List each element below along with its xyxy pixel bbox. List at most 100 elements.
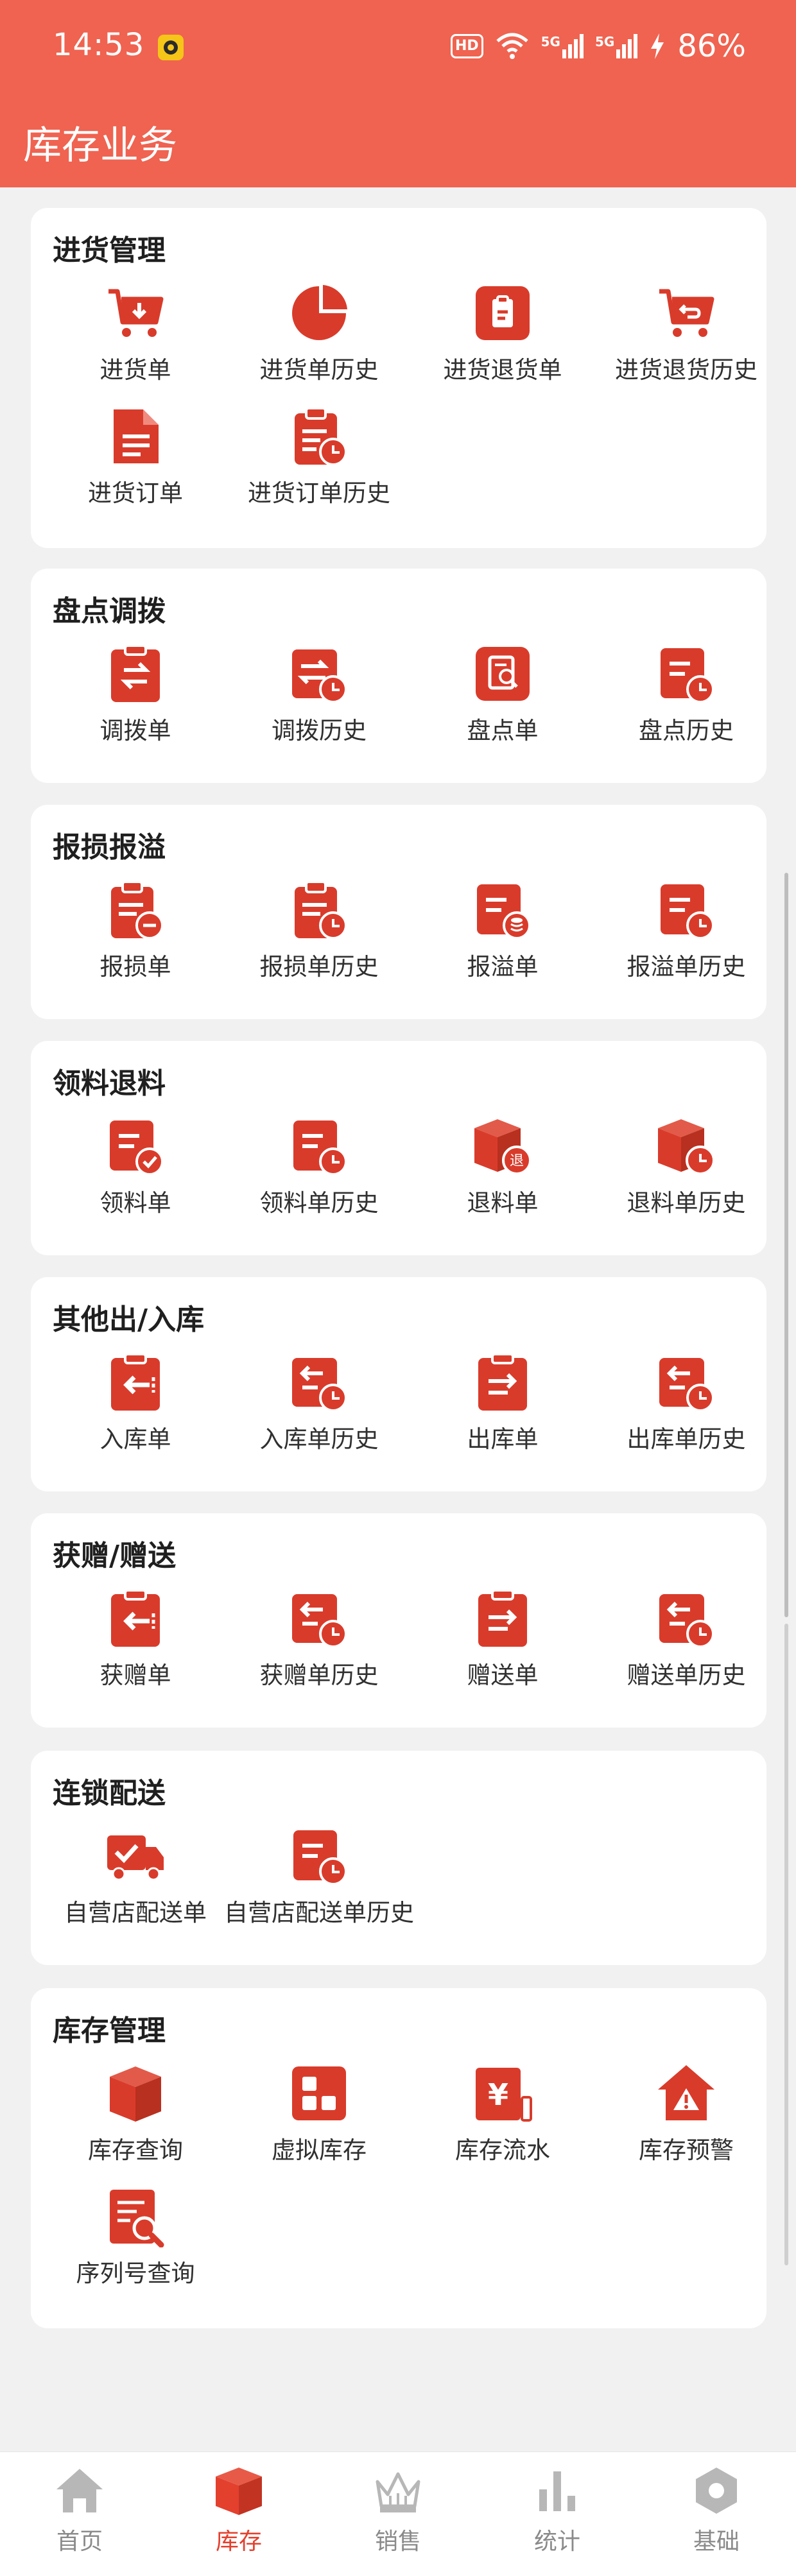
yen-doc-icon: ¥ xyxy=(472,2063,533,2124)
menu-item-inventory-query[interactable]: 库存查询 xyxy=(44,2063,227,2177)
menu-item-label: 进货订单历史 xyxy=(248,479,390,507)
document-icon xyxy=(105,406,166,467)
menu-item-overflow-order[interactable]: 报溢单 xyxy=(411,879,594,993)
menu-item-stock-in-history[interactable]: 入库单历史 xyxy=(227,1352,411,1466)
menu-item-label: 序列号查询 xyxy=(76,2260,195,2287)
doc-clock-icon xyxy=(655,879,717,941)
menu-item-label: 报损单 xyxy=(100,953,171,981)
menu-item-serial-query[interactable]: 序列号查询 xyxy=(44,2186,227,2300)
doc-clock-icon xyxy=(288,1115,350,1177)
delivery-truck-icon xyxy=(105,1825,166,1887)
wifi-icon xyxy=(496,33,528,59)
menu-item-purchase-order[interactable]: 进货单 xyxy=(44,282,227,397)
hd-icon: HD xyxy=(450,34,483,58)
menu-item-material-return[interactable]: 退 退料单 xyxy=(411,1115,594,1230)
section-inventory-management: 库存管理 库存查询 虚拟库存 ¥ 库存流水 库存预警 序列号查询 xyxy=(31,1988,766,2328)
bar-chart-icon xyxy=(539,2471,575,2511)
menu-item-stocktake-order[interactable]: 盘点单 xyxy=(411,643,594,757)
menu-item-purchase-order-form[interactable]: 进货订单 xyxy=(44,406,227,520)
menu-item-loss-history[interactable]: 报损单历史 xyxy=(227,879,411,993)
section-title: 进货管理 xyxy=(53,234,166,267)
nav-item-sales[interactable]: 销售 xyxy=(318,2464,478,2573)
hexagon-icon xyxy=(696,2468,737,2514)
nav-label: 基础 xyxy=(693,2529,740,2555)
menu-item-label: 进货单 xyxy=(100,356,171,384)
home-icon xyxy=(56,2469,103,2512)
menu-item-label: 库存流水 xyxy=(455,2136,550,2164)
menu-item-inventory-flow[interactable]: ¥ 库存流水 xyxy=(411,2063,594,2177)
in-history-icon xyxy=(655,1352,717,1413)
nav-label: 库存 xyxy=(215,2529,262,2555)
menu-item-stocktake-history[interactable]: 盘点历史 xyxy=(594,643,778,757)
menu-item-loss-order[interactable]: 报损单 xyxy=(44,879,227,993)
menu-item-purchase-order-history[interactable]: 进货订单历史 xyxy=(227,406,411,520)
menu-item-label: 库存查询 xyxy=(88,2136,183,2164)
box-clock-icon xyxy=(655,1115,717,1177)
nav-item-basic[interactable]: 基础 xyxy=(637,2464,796,2573)
section-title: 获赠/赠送 xyxy=(53,1540,177,1572)
nav-item-statistics[interactable]: 统计 xyxy=(478,2464,637,2573)
svg-text:¥: ¥ xyxy=(488,2077,508,2112)
status-bar: 14:53 HD 5G 5G 86% xyxy=(0,0,796,96)
menu-item-store-delivery-history[interactable]: 自营店配送单历史 xyxy=(224,1825,414,1939)
page-title: 库存业务 xyxy=(23,123,177,168)
menu-item-stock-out-history[interactable]: 出库单历史 xyxy=(594,1352,778,1466)
menu-item-gift-given-history[interactable]: 赠送单历史 xyxy=(594,1588,778,1702)
crown-icon xyxy=(376,2472,420,2512)
nav-label: 统计 xyxy=(533,2529,580,2555)
scrollbar[interactable] xyxy=(784,873,788,1617)
menu-item-label: 报溢单 xyxy=(467,953,539,981)
menu-item-material-return-history[interactable]: 退料单历史 xyxy=(594,1115,778,1230)
menu-item-label: 出库单 xyxy=(467,1425,539,1453)
menu-item-material-requisition-history[interactable]: 领料单历史 xyxy=(227,1115,411,1230)
inventory-check-icon xyxy=(472,643,533,705)
in-history-icon xyxy=(288,1352,350,1413)
in-history-icon xyxy=(655,1588,717,1649)
box-return-icon: 退 xyxy=(472,1115,533,1177)
menu-item-stock-in[interactable]: 入库单 xyxy=(44,1352,227,1466)
menu-item-label: 赠送单 xyxy=(467,1662,539,1689)
menu-item-label: 入库单历史 xyxy=(259,1425,379,1453)
status-icons: HD 5G 5G 86% xyxy=(450,26,746,67)
menu-item-gift-given[interactable]: 赠送单 xyxy=(411,1588,594,1702)
section-title: 其他出/入库 xyxy=(53,1303,205,1336)
menu-item-label: 调拨单 xyxy=(100,717,171,744)
menu-item-label: 赠送单历史 xyxy=(627,1662,746,1689)
nav-item-inventory[interactable]: 库存 xyxy=(159,2464,318,2573)
nav-item-home[interactable]: 首页 xyxy=(0,2464,159,2573)
menu-item-material-requisition[interactable]: 领料单 xyxy=(44,1115,227,1230)
menu-item-label: 报溢单历史 xyxy=(627,953,746,981)
menu-item-label: 领料单 xyxy=(100,1189,171,1217)
clipboard-clock-icon xyxy=(288,406,350,467)
menu-item-label: 自营店配送单历史 xyxy=(224,1899,414,1927)
menu-item-purchase-return[interactable]: 进货退货单 xyxy=(411,282,594,397)
transfer-history-icon xyxy=(288,643,350,705)
menu-item-transfer-order[interactable]: 调拨单 xyxy=(44,643,227,757)
menu-item-gift-received-history[interactable]: 获赠单历史 xyxy=(227,1588,411,1702)
menu-item-store-delivery[interactable]: 自营店配送单 xyxy=(44,1825,227,1939)
menu-item-purchase-return-history[interactable]: 进货退货历史 xyxy=(594,282,778,397)
menu-item-stock-out[interactable]: 出库单 xyxy=(411,1352,594,1466)
transfer-clipboard-icon xyxy=(105,643,166,705)
scrollbar-track xyxy=(784,1624,788,2265)
menu-item-label: 报损单历史 xyxy=(259,953,379,981)
menu-item-label: 退料单历史 xyxy=(627,1189,746,1217)
doc-clock-icon xyxy=(288,1825,350,1887)
menu-item-purchase-history[interactable]: 进货单历史 xyxy=(227,282,411,397)
clipboard-in-icon xyxy=(105,1352,166,1413)
in-history-icon xyxy=(288,1588,350,1649)
menu-item-overflow-history[interactable]: 报溢单历史 xyxy=(594,879,778,993)
return-box-icon xyxy=(472,282,533,344)
menu-item-inventory-warning[interactable]: 库存预警 xyxy=(594,2063,778,2177)
svg-text:退: 退 xyxy=(510,1153,524,1169)
section-title: 盘点调拨 xyxy=(53,595,166,628)
menu-item-gift-received[interactable]: 获赠单 xyxy=(44,1588,227,1702)
section-title: 连锁配送 xyxy=(53,1777,166,1810)
menu-item-label: 虚拟库存 xyxy=(272,2136,367,2164)
clipboard-out-icon xyxy=(472,1352,533,1413)
cart-in-icon xyxy=(105,282,166,344)
menu-item-label: 进货退货历史 xyxy=(615,356,757,384)
menu-item-virtual-inventory[interactable]: 虚拟库存 xyxy=(227,2063,411,2177)
section-title: 领料退料 xyxy=(53,1067,166,1100)
menu-item-transfer-history[interactable]: 调拨历史 xyxy=(227,643,411,757)
